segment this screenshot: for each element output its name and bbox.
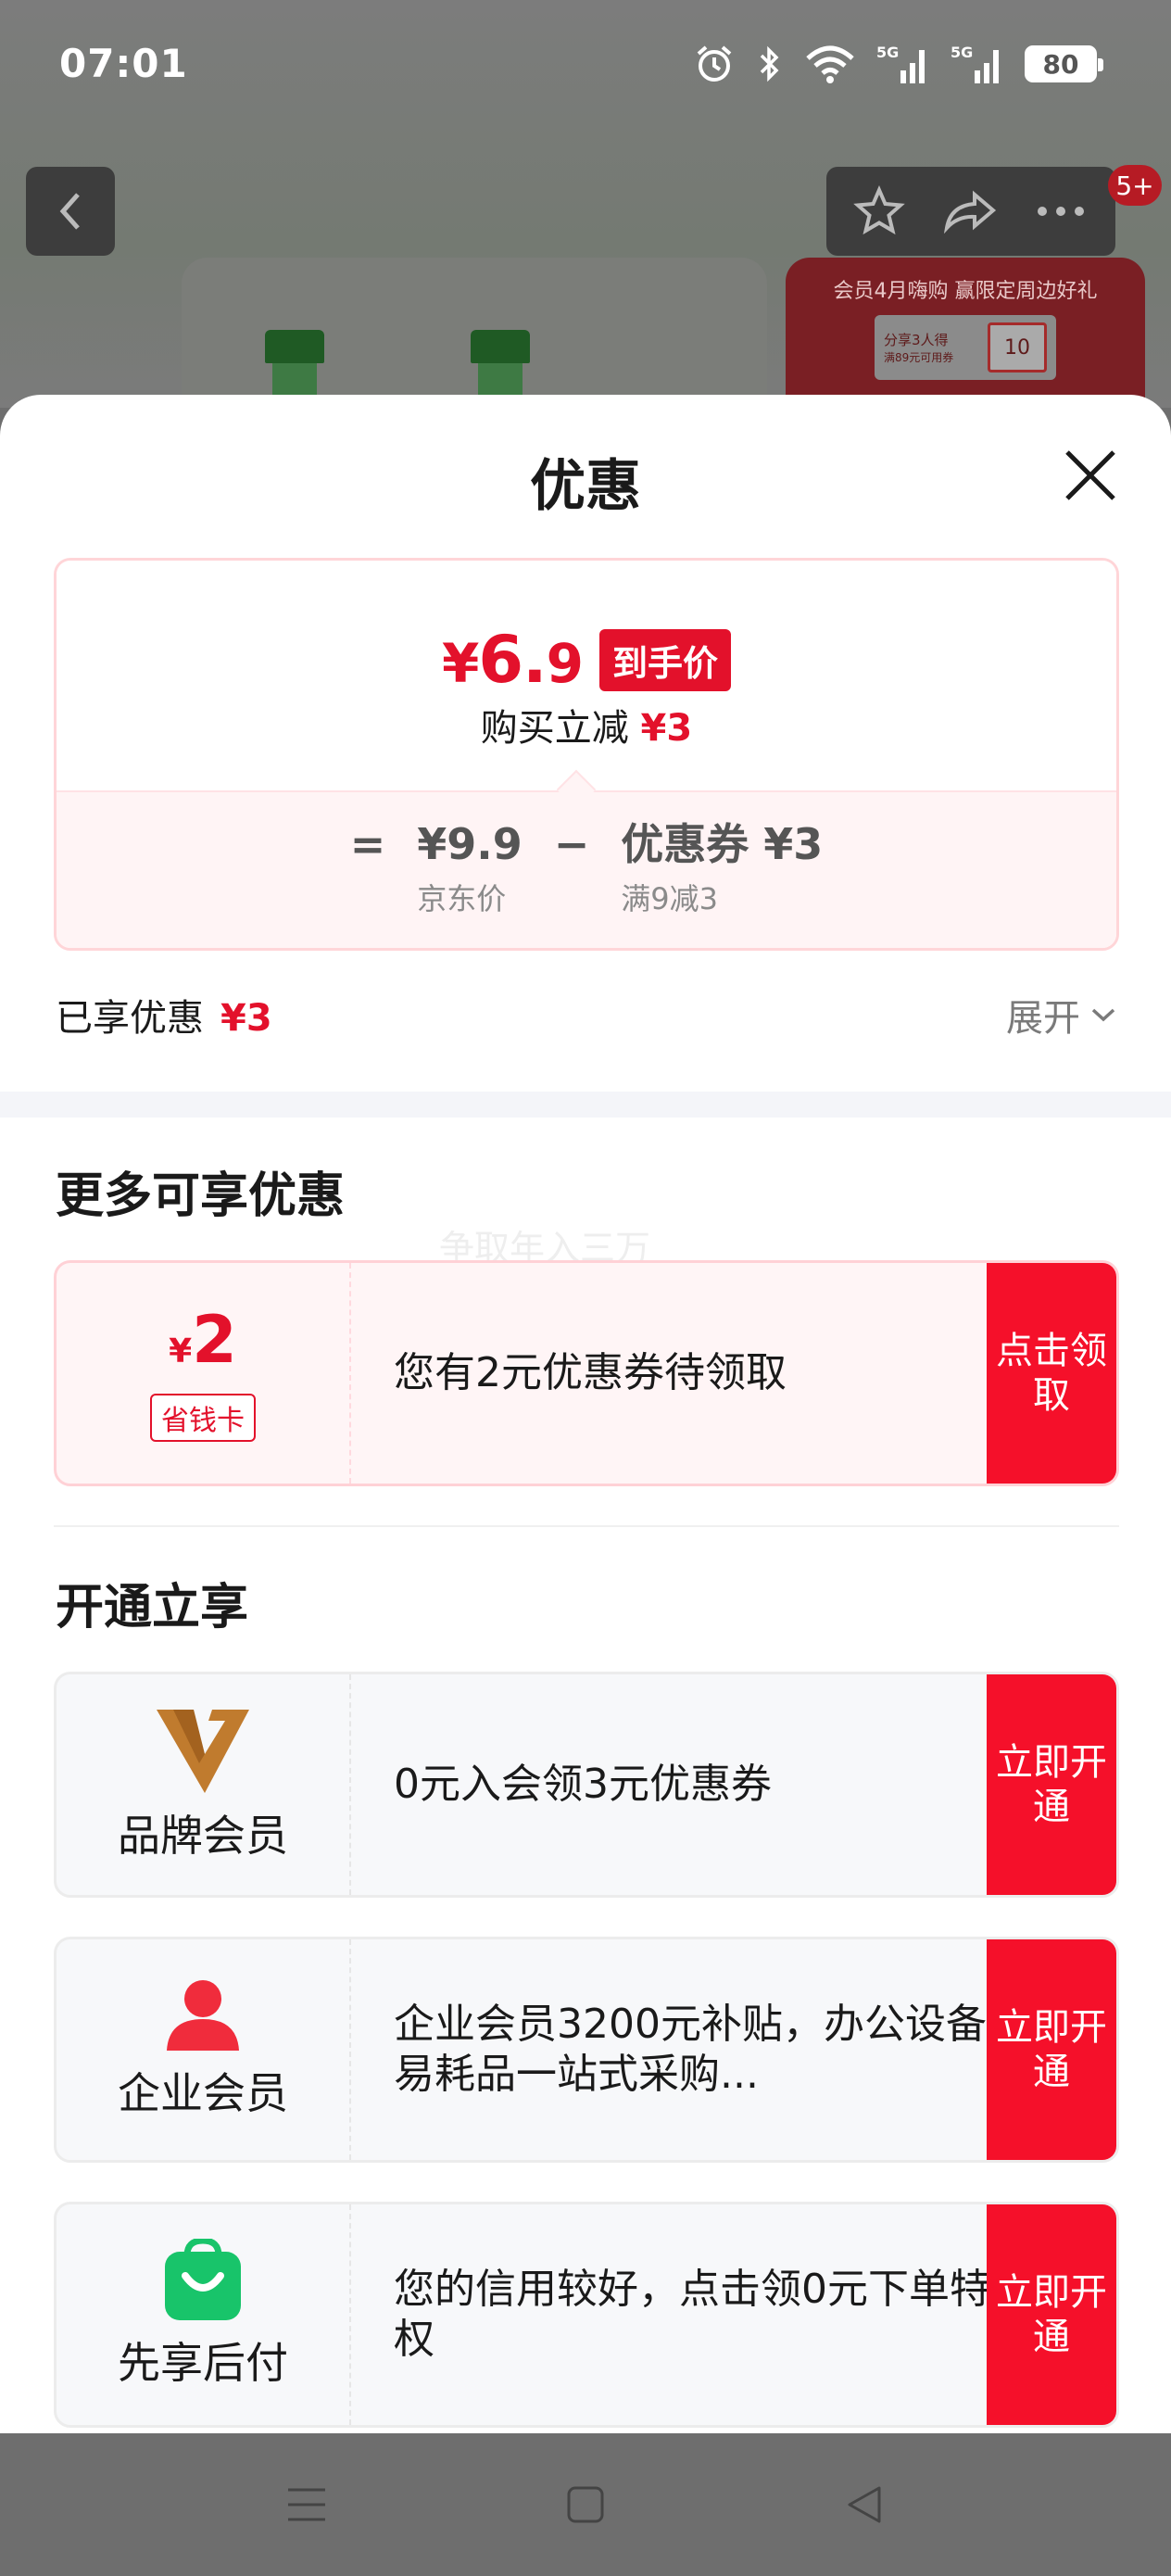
brand-member-label: 品牌会员 <box>118 1811 288 1861</box>
final-price: ¥6.9 到手价 <box>57 622 1116 698</box>
home-icon[interactable] <box>565 2484 606 2525</box>
signal-5g-icon: 5G <box>876 44 925 83</box>
back-triangle-icon[interactable] <box>842 2482 887 2527</box>
price-breakdown-card: ¥6.9 到手价 购买立减 ¥3 = ¥9.9 京东价 − 优惠券 ¥3 满9减… <box>54 558 1119 951</box>
claim-button[interactable]: 点击领取 <box>987 1263 1116 1484</box>
close-icon[interactable] <box>1062 447 1119 504</box>
enterprise-member-offer[interactable]: 企业会员 企业会员3200元补贴，办公设备/易耗品一站式采购... 立即开通 <box>54 1937 1119 2163</box>
price-formula: = ¥9.9 京东价 − 优惠券 ¥3 满9减3 <box>57 816 1116 918</box>
promo-ticket: 10 <box>988 322 1047 373</box>
message-count-badge: 5+ <box>1108 165 1162 206</box>
bluetooth-icon <box>760 45 779 82</box>
offer-description: 您的信用较好，点击领0元下单特权 <box>394 2266 990 2363</box>
svg-text:5G: 5G <box>951 44 973 61</box>
promo-banner-box: 分享3人得 满89元可用券 10 <box>875 315 1056 380</box>
offer-description: 0元入会领3元优惠券 <box>394 1761 772 1808</box>
promo-banner-title: 会员4月嗨购 赢限定周边好礼 <box>833 280 1098 303</box>
brand-member-icon <box>157 1710 249 1793</box>
jd-price: ¥9.9 京东价 <box>417 819 523 916</box>
star-icon[interactable] <box>853 185 906 237</box>
open-brand-member-button[interactable]: 立即开通 <box>987 1674 1116 1895</box>
signal-5g-icon: 5G <box>951 44 999 83</box>
saver-card-offer[interactable]: ¥2 省钱卡 您有2元优惠券待领取 点击领取 <box>54 1260 1119 1486</box>
purchase-reduction: 购买立减 ¥3 <box>480 707 693 750</box>
svg-text:5G: 5G <box>876 44 899 61</box>
enterprise-member-icon <box>167 1980 239 2051</box>
coupon-discount: 优惠券 ¥3 满9减3 <box>621 819 824 916</box>
alarm-icon <box>697 45 732 82</box>
saver-card-tag: 省钱卡 <box>150 1393 256 1442</box>
battery-icon: 80 <box>1025 45 1103 82</box>
enjoyed-discount: 已享优惠 ¥3 <box>56 997 272 1040</box>
chevron-left-icon <box>59 193 80 230</box>
pay-later-icon <box>165 2239 241 2320</box>
pay-later-offer[interactable]: 先享后付 您的信用较好，点击领0元下单特权 立即开通 <box>54 2202 1119 2428</box>
section-divider <box>0 1092 1171 1118</box>
final-price-tag: 到手价 <box>599 628 732 691</box>
chevron-down-icon <box>1091 1008 1115 1022</box>
open-pay-later-button[interactable]: 立即开通 <box>987 2204 1116 2425</box>
enterprise-member-label: 企业会员 <box>118 2068 288 2118</box>
pay-later-label: 先享后付 <box>118 2338 288 2388</box>
share-icon[interactable] <box>941 185 997 237</box>
sheet-title: 优惠 <box>530 454 641 519</box>
offer-description: 企业会员3200元补贴，办公设备/易耗品一站式采购... <box>394 2001 1001 2098</box>
expand-button[interactable]: 展开 <box>1006 988 1117 1042</box>
wifi-icon <box>806 45 854 83</box>
system-nav-bar <box>0 2433 1171 2576</box>
more-discounts-title: 更多可享优惠 <box>56 1168 346 1224</box>
status-bar: 07:01 5G 5G 80 <box>0 0 1171 139</box>
menu-icon[interactable] <box>284 2482 329 2527</box>
more-icon[interactable] <box>1033 202 1089 221</box>
brand-member-offer[interactable]: 品牌会员 0元入会领3元优惠券 立即开通 <box>54 1672 1119 1898</box>
saver-card-amount: ¥2 <box>169 1301 237 1378</box>
status-time: 07:01 <box>59 41 188 86</box>
open-enterprise-member-button[interactable]: 立即开通 <box>987 1939 1116 2160</box>
back-button[interactable] <box>26 167 115 256</box>
discount-sheet: 优惠 ¥6.9 到手价 购买立减 ¥3 = ¥9.9 京东价 − 优惠券 ¥3 <box>0 395 1171 2433</box>
top-actions <box>826 167 1115 256</box>
open-membership-title: 开通立享 <box>56 1580 249 1635</box>
divider <box>54 1525 1119 1527</box>
offer-description: 您有2元优惠券待领取 <box>394 1349 787 1396</box>
